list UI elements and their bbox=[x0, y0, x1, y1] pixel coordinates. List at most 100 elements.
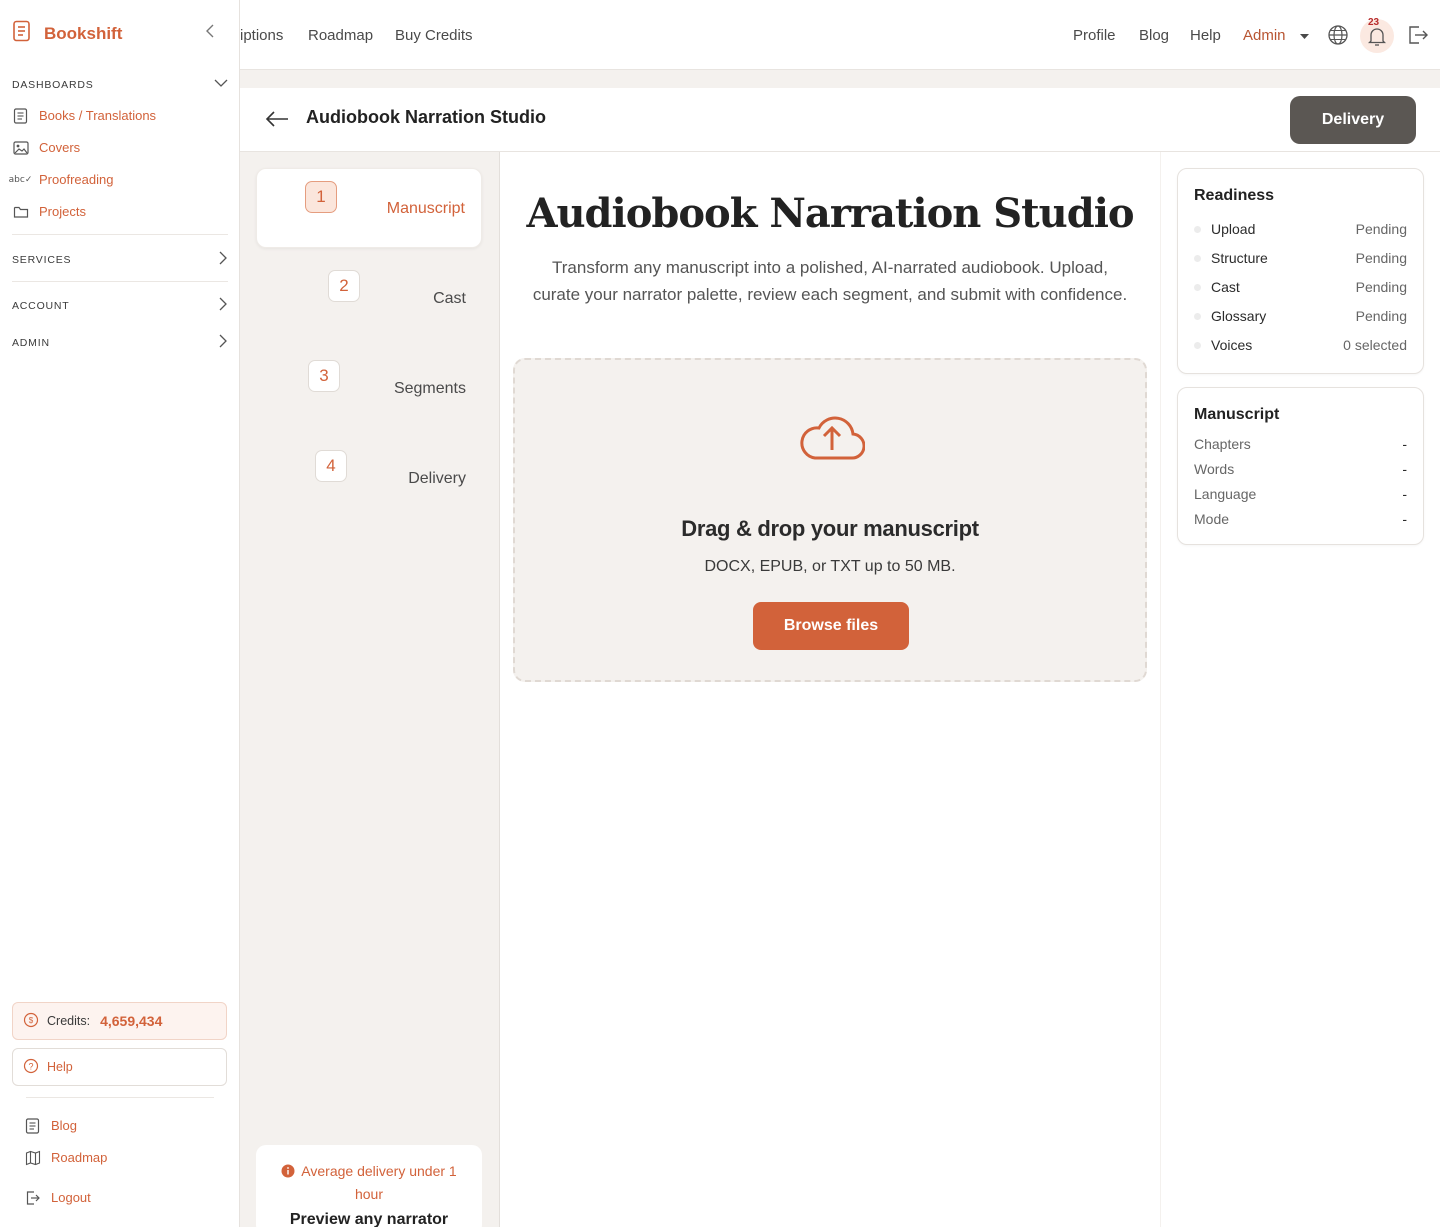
manuscript-label: Language bbox=[1194, 486, 1257, 502]
sidebar-item-label: Covers bbox=[39, 140, 81, 155]
readiness-value: Pending bbox=[1355, 308, 1407, 324]
hero-title: Audiobook Narration Studio bbox=[526, 190, 1134, 237]
browse-files-button[interactable]: Browse files bbox=[753, 602, 909, 650]
promo-title: Preview any narrator bbox=[289, 1211, 449, 1227]
step-manuscript[interactable]: 1 Manuscript bbox=[256, 168, 482, 248]
main-content: Audiobook Narration Studio Transform any… bbox=[500, 152, 1160, 1227]
step-delivery[interactable]: 4 Delivery bbox=[256, 438, 482, 518]
spellcheck-icon: abc✓ bbox=[8, 174, 33, 185]
sidebar-item-label: Projects bbox=[39, 204, 86, 219]
section-admin-label: ADMIN bbox=[12, 336, 50, 349]
coin-icon: $ bbox=[23, 1012, 39, 1031]
sidebar-item-proofreading[interactable]: abc✓ Proofreading bbox=[8, 171, 114, 188]
divider bbox=[12, 234, 228, 235]
status-dot bbox=[1194, 225, 1201, 233]
nav-link-blog[interactable]: Blog bbox=[1139, 27, 1169, 44]
steps-nav: 1 Manuscript 2 Cast 3 Segments 4 Deliver… bbox=[240, 152, 500, 1227]
help-circle-icon: ? bbox=[23, 1058, 39, 1077]
hero-subtitle: Transform any manuscript into a polished… bbox=[532, 258, 1128, 304]
collapse-sidebar-icon[interactable] bbox=[202, 23, 218, 39]
help-button[interactable]: ? Help bbox=[12, 1048, 227, 1086]
delivery-button[interactable]: Delivery bbox=[1290, 96, 1416, 144]
manuscript-value: - bbox=[1402, 436, 1407, 452]
readiness-label: Structure bbox=[1211, 250, 1268, 266]
section-services[interactable]: SERVICES bbox=[12, 251, 228, 268]
manuscript-label: Words bbox=[1194, 461, 1235, 477]
chevron-right-icon bbox=[218, 297, 228, 314]
admin-dropdown[interactable]: Admin bbox=[1243, 27, 1309, 44]
page-title: Audiobook Narration Studio bbox=[306, 107, 546, 127]
manuscript-value: - bbox=[1402, 486, 1407, 502]
book-icon bbox=[24, 1117, 41, 1134]
logout-icon bbox=[24, 1189, 41, 1206]
section-services-label: SERVICES bbox=[12, 253, 72, 266]
sidebar-item-covers[interactable]: Covers bbox=[12, 139, 80, 156]
divider bbox=[12, 281, 228, 282]
logout-icon[interactable] bbox=[1407, 25, 1429, 50]
caret-down-icon bbox=[1299, 27, 1309, 44]
readiness-label: Glossary bbox=[1211, 308, 1267, 324]
admin-label: Admin bbox=[1243, 27, 1286, 44]
readiness-label: Cast bbox=[1211, 279, 1240, 295]
section-dashboards[interactable]: DASHBOARDS bbox=[12, 78, 228, 91]
readiness-row: Cast Pending bbox=[1194, 279, 1407, 295]
folder-icon bbox=[12, 203, 29, 220]
step-number: 1 bbox=[305, 181, 337, 213]
manuscript-title: Manuscript bbox=[1194, 406, 1280, 423]
chevron-right-icon bbox=[218, 251, 228, 268]
top-navbar: iptions Roadmap Buy Credits Profile Blog… bbox=[240, 0, 1440, 70]
brand[interactable]: Bookshift bbox=[12, 20, 122, 47]
sidebar-item-projects[interactable]: Projects bbox=[12, 203, 86, 220]
divider bbox=[26, 1097, 214, 1098]
sidebar-item-label: Proofreading bbox=[39, 172, 114, 187]
manuscript-value: - bbox=[1402, 461, 1407, 477]
manuscript-dropzone[interactable]: Drag & drop your manuscript DOCX, EPUB, … bbox=[513, 358, 1147, 682]
promo-note: Average delivery under 1 hour bbox=[256, 1161, 482, 1205]
readiness-row: Glossary Pending bbox=[1194, 308, 1407, 324]
section-account-label: ACCOUNT bbox=[12, 299, 70, 312]
dropzone-title: Drag & drop your manuscript bbox=[681, 516, 979, 541]
sidebar-item-logout[interactable]: Logout bbox=[24, 1189, 91, 1206]
sidebar-item-roadmap[interactable]: Roadmap bbox=[24, 1149, 107, 1166]
step-label: Delivery bbox=[408, 470, 466, 487]
nav-link-help[interactable]: Help bbox=[1190, 27, 1221, 44]
cloud-upload-icon bbox=[799, 412, 866, 467]
promo-note-text: Average delivery under 1 hour bbox=[301, 1163, 457, 1202]
step-label: Segments bbox=[393, 380, 466, 397]
step-cast[interactable]: 2 Cast bbox=[256, 258, 482, 338]
nav-link-roadmap[interactable]: Roadmap bbox=[308, 27, 373, 44]
credits-balance[interactable]: $ Credits: 4,659,434 bbox=[12, 1002, 227, 1040]
sidebar-item-label: Roadmap bbox=[51, 1150, 108, 1165]
status-dot bbox=[1194, 341, 1201, 349]
dropzone-subtitle: DOCX, EPUB, or TXT up to 50 MB. bbox=[704, 558, 956, 575]
step-number: 2 bbox=[328, 270, 360, 302]
svg-text:?: ? bbox=[28, 1061, 33, 1071]
manuscript-value: - bbox=[1402, 511, 1407, 527]
svg-text:$: $ bbox=[29, 1016, 34, 1025]
sidebar-item-label: Blog bbox=[51, 1118, 78, 1133]
readiness-value: 0 selected bbox=[1343, 337, 1407, 353]
section-admin[interactable]: ADMIN bbox=[12, 334, 228, 351]
back-arrow-icon[interactable] bbox=[264, 108, 290, 135]
step-number: 3 bbox=[308, 360, 340, 392]
status-dot bbox=[1194, 283, 1201, 291]
section-account[interactable]: ACCOUNT bbox=[12, 297, 228, 314]
status-dot bbox=[1194, 312, 1201, 320]
readiness-value: Pending bbox=[1355, 250, 1407, 266]
nav-link-profile[interactable]: Profile bbox=[1073, 27, 1116, 44]
globe-icon[interactable] bbox=[1327, 24, 1349, 51]
bell-icon bbox=[1367, 27, 1387, 52]
nav-link-subscriptions[interactable]: iptions bbox=[240, 27, 283, 44]
map-icon bbox=[24, 1149, 41, 1166]
manuscript-label: Chapters bbox=[1194, 436, 1251, 452]
step-segments[interactable]: 3 Segments bbox=[256, 348, 482, 428]
sidebar-item-books[interactable]: Books / Translations bbox=[12, 107, 156, 124]
nav-link-buy-credits[interactable]: Buy Credits bbox=[395, 27, 473, 44]
sidebar-item-blog[interactable]: Blog bbox=[24, 1117, 77, 1134]
page-header: Audiobook Narration Studio Delivery bbox=[240, 88, 1440, 152]
manuscript-row: Language - bbox=[1194, 486, 1407, 502]
sidebar: Bookshift DASHBOARDS Books / Translation… bbox=[0, 0, 240, 1227]
manuscript-card: Manuscript Chapters - Words - Language -… bbox=[1177, 387, 1424, 545]
readiness-value: Pending bbox=[1355, 279, 1407, 295]
notification-count-badge: 23 bbox=[1368, 17, 1380, 28]
